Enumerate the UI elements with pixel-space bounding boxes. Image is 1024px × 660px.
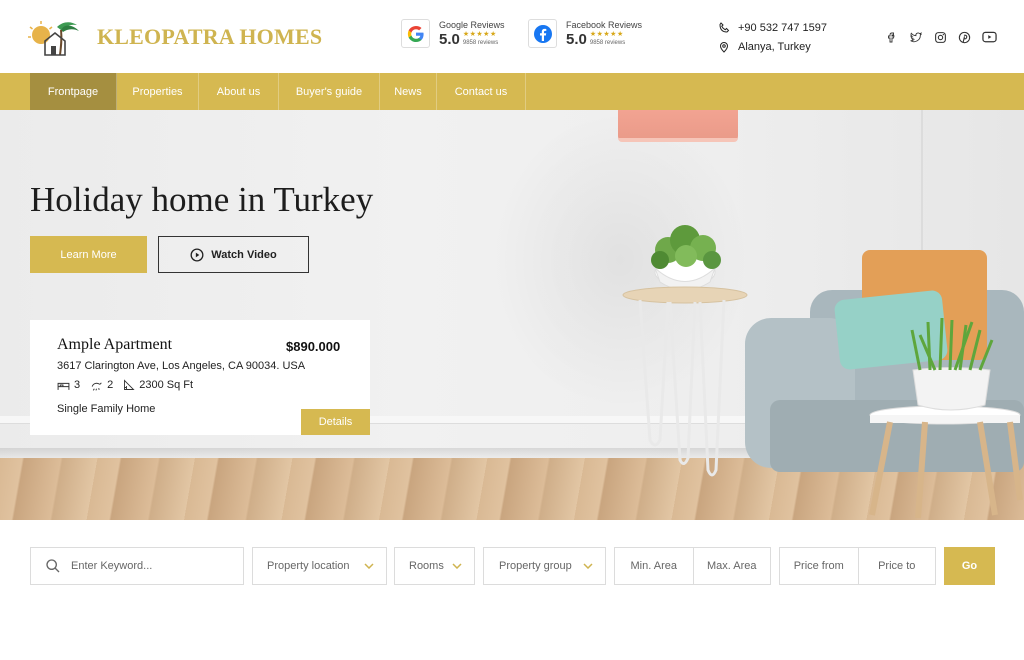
property-type: Single Family Home — [57, 403, 156, 415]
review-score: 5.0 — [439, 30, 460, 48]
bedroom-count: 3 — [74, 379, 81, 391]
details-button[interactable]: Details — [301, 409, 370, 435]
property-card: Ample Apartment $890.000 3617 Clarington… — [30, 320, 370, 435]
pendant-lamp-rim — [618, 138, 738, 142]
phone-icon — [719, 21, 730, 33]
facebook-icon — [528, 19, 557, 48]
google-icon — [401, 19, 430, 48]
pinterest-icon[interactable] — [953, 28, 978, 46]
property-group-select[interactable]: Property group — [483, 547, 606, 585]
rooms-select-label: Rooms — [409, 560, 444, 572]
social-links — [879, 28, 1002, 46]
location-select-label: Property location — [267, 560, 350, 572]
google-reviews-badge[interactable]: Google Reviews 5.0 ★★★★★ 9858 reviews — [401, 19, 505, 48]
min-area-field[interactable]: Min. Area — [615, 548, 693, 584]
facebook-icon[interactable] — [879, 28, 904, 46]
review-source: Google Reviews — [439, 19, 505, 30]
hero-banner: Holiday home in Turkey Learn More Watch … — [0, 110, 1024, 520]
property-features: 3 2 2300 Sq Ft — [57, 379, 203, 391]
bed-icon — [57, 382, 70, 390]
bedrooms: 3 — [57, 379, 80, 391]
nav-item-about-us[interactable]: About us — [199, 73, 279, 110]
nav-item-buyers-guide[interactable]: Buyer's guide — [279, 73, 380, 110]
phone-link[interactable]: +90 532 747 1597 — [718, 18, 827, 37]
review-score: 5.0 — [566, 30, 587, 48]
contact-info: +90 532 747 1597 Alanya, Turkey — [718, 18, 827, 56]
area-range: Min. Area Max. Area — [614, 547, 771, 585]
search-icon — [46, 559, 60, 573]
phone-number: +90 532 747 1597 — [738, 21, 828, 34]
location-text: Alanya, Turkey — [738, 40, 811, 53]
facebook-reviews-badge[interactable]: Facebook Reviews 5.0 ★★★★★ 9858 reviews — [528, 19, 642, 48]
nav-item-frontpage[interactable]: Frontpage — [30, 73, 117, 110]
max-area-field[interactable]: Max. Area — [692, 548, 771, 584]
location-pin-icon — [719, 41, 729, 53]
go-button[interactable]: Go — [944, 547, 995, 585]
nav-item-news[interactable]: News — [380, 73, 437, 110]
property-location-select[interactable]: Property location — [252, 547, 387, 585]
review-count: 9858 reviews — [462, 40, 499, 46]
rooms-select[interactable]: Rooms — [394, 547, 475, 585]
group-select-label: Property group — [499, 560, 572, 572]
nav-item-contact-us[interactable]: Contact us — [437, 73, 526, 110]
floor-area: 2300 Sq Ft — [123, 379, 193, 391]
area-icon — [124, 379, 135, 390]
hero-title: Holiday home in Turkey — [30, 180, 374, 219]
play-circle-icon — [190, 248, 204, 261]
star-rating: ★★★★★ — [462, 31, 497, 38]
review-source: Facebook Reviews — [566, 19, 643, 30]
watch-video-button[interactable]: Watch Video — [158, 236, 309, 273]
property-address: 3617 Clarington Ave, Los Angeles, CA 900… — [57, 360, 306, 372]
property-name: Ample Apartment — [57, 336, 173, 353]
logo[interactable]: KLEOPATRA HOMES — [27, 17, 322, 57]
palm-house-logo-icon — [27, 17, 83, 57]
location-link[interactable]: Alanya, Turkey — [718, 37, 827, 56]
twitter-icon[interactable] — [904, 28, 929, 46]
keyword-placeholder: Enter Keyword... — [71, 560, 153, 572]
property-price: $890.000 — [286, 339, 341, 354]
nav-item-properties[interactable]: Properties — [117, 73, 199, 110]
chevron-down-icon — [583, 563, 593, 569]
watch-video-label: Watch Video — [211, 248, 277, 261]
brand-name: KLEOPATRA HOMES — [97, 24, 323, 49]
review-count: 9858 reviews — [589, 40, 626, 46]
site-header: KLEOPATRA HOMES Google Reviews 5.0 ★★★★★… — [0, 0, 1024, 73]
area-value: 2300 Sq Ft — [139, 379, 194, 391]
youtube-icon[interactable] — [977, 28, 1002, 46]
chevron-down-icon — [364, 563, 374, 569]
price-to-field[interactable]: Price to — [857, 548, 936, 584]
keyword-search-field[interactable]: Enter Keyword... — [30, 547, 244, 585]
bathroom-count: 2 — [107, 379, 114, 391]
star-rating: ★★★★★ — [589, 31, 624, 38]
learn-more-button[interactable]: Learn More — [30, 236, 147, 273]
price-range: Price from Price to — [779, 547, 936, 585]
main-navigation: Frontpage Properties About us Buyer's gu… — [0, 73, 1024, 110]
shower-icon — [91, 381, 102, 391]
instagram-icon[interactable] — [928, 28, 953, 46]
chevron-down-icon — [452, 563, 462, 569]
furniture-illustration — [622, 225, 1024, 519]
bathrooms: 2 — [90, 379, 113, 391]
price-from-field[interactable]: Price from — [780, 548, 858, 584]
